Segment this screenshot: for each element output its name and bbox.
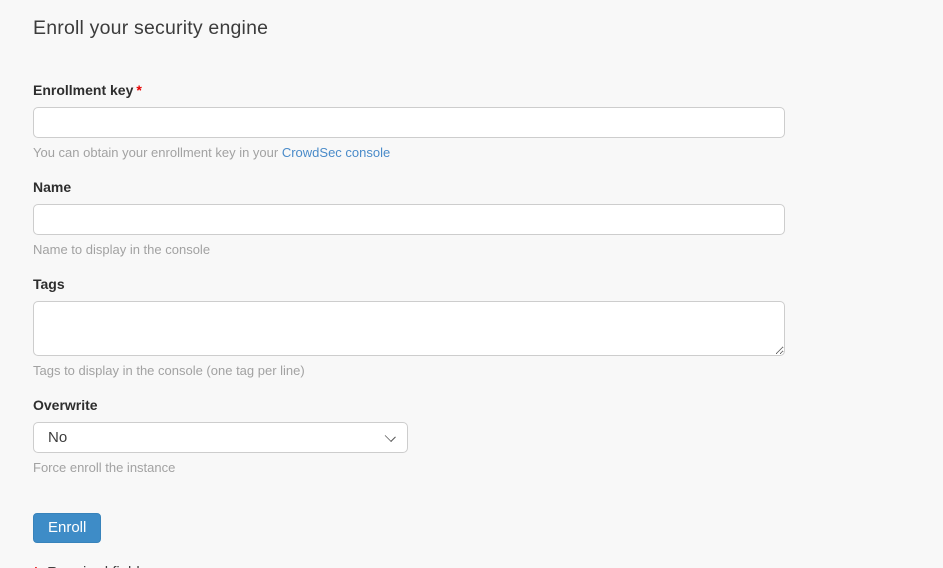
enrollment-key-input[interactable] [33, 107, 785, 138]
enrollment-key-label: Enrollment key* [33, 82, 943, 98]
name-label: Name [33, 179, 943, 195]
tags-label: Tags [33, 276, 943, 292]
name-group: Name Name to display in the console [33, 179, 943, 257]
tags-group: Tags Tags to display in the console (one… [33, 276, 943, 378]
name-input[interactable] [33, 204, 785, 235]
enroll-button[interactable]: Enroll [33, 513, 101, 543]
required-fields-note: *: Required fields [33, 564, 943, 568]
overwrite-group: Overwrite No Force enroll the instance [33, 397, 943, 475]
enrollment-key-label-text: Enrollment key [33, 82, 133, 98]
overwrite-select[interactable]: No [33, 422, 408, 453]
required-fields-text: : Required fields [39, 564, 147, 568]
tags-help: Tags to display in the console (one tag … [33, 363, 943, 378]
required-asterisk: * [136, 82, 141, 98]
enroll-page: Enroll your security engine Enrollment k… [0, 0, 943, 568]
page-title: Enroll your security engine [33, 17, 943, 40]
name-help: Name to display in the console [33, 242, 943, 257]
enrollment-key-help: You can obtain your enrollment key in yo… [33, 145, 943, 160]
overwrite-select-wrap: No [33, 422, 408, 453]
crowdsec-console-link[interactable]: CrowdSec console [282, 145, 390, 160]
enroll-form: Enrollment key* You can obtain your enro… [33, 82, 943, 568]
overwrite-help: Force enroll the instance [33, 460, 943, 475]
enrollment-key-help-text: You can obtain your enrollment key in yo… [33, 145, 282, 160]
overwrite-label: Overwrite [33, 397, 943, 413]
tags-textarea[interactable] [33, 301, 785, 356]
enrollment-key-group: Enrollment key* You can obtain your enro… [33, 82, 943, 160]
